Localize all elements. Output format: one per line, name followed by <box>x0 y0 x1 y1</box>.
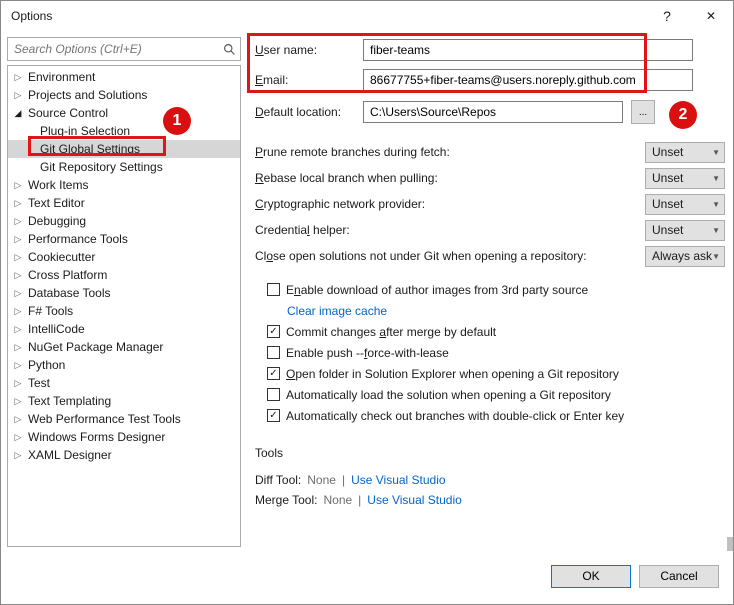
chevron-down-icon: ▼ <box>712 174 720 183</box>
commit-after-label: Commit changes after merge by default <box>286 325 496 339</box>
chevron-down-icon: ▼ <box>712 252 720 261</box>
commit-after-checkbox[interactable] <box>267 325 280 338</box>
tree-python[interactable]: ▷Python <box>8 356 240 374</box>
window-title: Options <box>11 9 645 23</box>
tree-environment[interactable]: ▷Environment <box>8 68 240 86</box>
ok-button[interactable]: OK <box>551 565 631 588</box>
browse-button[interactable]: ... <box>631 100 655 124</box>
enable-download-checkbox[interactable] <box>267 283 280 296</box>
tree-git-repo[interactable]: Git Repository Settings <box>8 158 240 176</box>
merge-tool-label: Merge Tool: <box>255 493 317 507</box>
open-folder-checkbox[interactable] <box>267 367 280 380</box>
tree-xaml[interactable]: ▷XAML Designer <box>8 446 240 464</box>
username-label: User name: <box>255 43 355 57</box>
auto-checkout-checkbox[interactable] <box>267 409 280 422</box>
close-dropdown[interactable]: Always ask▼ <box>645 246 725 267</box>
tree-nuget[interactable]: ▷NuGet Package Manager <box>8 338 240 356</box>
cred-dropdown[interactable]: Unset▼ <box>645 220 725 241</box>
email-label: Email: <box>255 73 355 87</box>
enable-push-checkbox[interactable] <box>267 346 280 359</box>
tree-cross-plat[interactable]: ▷Cross Platform <box>8 266 240 284</box>
auto-load-label: Automatically load the solution when ope… <box>286 388 611 402</box>
tree-cookiecutter[interactable]: ▷Cookiecutter <box>8 248 240 266</box>
default-loc-label: Default location: <box>255 105 355 119</box>
diff-tool-value: None <box>307 473 336 487</box>
close-label: Close open solutions not under Git when … <box>255 249 637 263</box>
chevron-down-icon: ▼ <box>712 226 720 235</box>
tree-templating[interactable]: ▷Text Templating <box>8 392 240 410</box>
scrollbar-thumb[interactable] <box>727 537 733 551</box>
tree-db-tools[interactable]: ▷Database Tools <box>8 284 240 302</box>
help-button[interactable]: ? <box>645 1 689 31</box>
close-button[interactable]: ✕ <box>689 1 733 31</box>
tree-intellicode[interactable]: ▷IntelliCode <box>8 320 240 338</box>
search-box[interactable] <box>7 37 241 61</box>
tree-git-global[interactable]: Git Global Settings <box>8 140 240 158</box>
auto-load-checkbox[interactable] <box>267 388 280 401</box>
enable-download-label: Enable download of author images from 3r… <box>286 283 588 297</box>
crypto-dropdown[interactable]: Unset▼ <box>645 194 725 215</box>
options-tree[interactable]: ▷Environment ▷Projects and Solutions ◢So… <box>7 65 241 547</box>
prune-dropdown[interactable]: Unset▼ <box>645 142 725 163</box>
cred-label: Credential helper: <box>255 223 637 237</box>
search-input[interactable] <box>8 42 218 56</box>
tree-plugin-selection[interactable]: Plug-in Selection <box>8 122 240 140</box>
chevron-down-icon: ▼ <box>712 200 720 209</box>
cancel-button[interactable]: Cancel <box>639 565 719 588</box>
diff-use-vs-link[interactable]: Use Visual Studio <box>351 473 446 487</box>
auto-checkout-label: Automatically check out branches with do… <box>286 409 624 423</box>
tree-webperf[interactable]: ▷Web Performance Test Tools <box>8 410 240 428</box>
open-folder-label: Open folder in Solution Explorer when op… <box>286 367 619 381</box>
tree-text-editor[interactable]: ▷Text Editor <box>8 194 240 212</box>
tools-header: Tools <box>255 446 725 460</box>
crypto-label: Cryptographic network provider: <box>255 197 637 211</box>
tree-work-items[interactable]: ▷Work Items <box>8 176 240 194</box>
chevron-down-icon: ▼ <box>712 148 720 157</box>
enable-push-label: Enable push --force-with-lease <box>286 346 449 360</box>
rebase-label: Rebase local branch when pulling: <box>255 171 637 185</box>
tree-winforms[interactable]: ▷Windows Forms Designer <box>8 428 240 446</box>
default-loc-input[interactable] <box>363 101 623 123</box>
tree-perf-tools[interactable]: ▷Performance Tools <box>8 230 240 248</box>
search-icon <box>218 38 240 60</box>
tree-source-control[interactable]: ◢Source Control <box>8 104 240 122</box>
username-input[interactable] <box>363 39 693 61</box>
prune-label: Prune remote branches during fetch: <box>255 145 637 159</box>
rebase-dropdown[interactable]: Unset▼ <box>645 168 725 189</box>
email-input[interactable] <box>363 69 693 91</box>
merge-tool-value: None <box>323 493 352 507</box>
tree-projects[interactable]: ▷Projects and Solutions <box>8 86 240 104</box>
diff-tool-label: Diff Tool: <box>255 473 301 487</box>
clear-cache-link[interactable]: Clear image cache <box>287 304 387 318</box>
tree-fsharp[interactable]: ▷F# Tools <box>8 302 240 320</box>
tree-test[interactable]: ▷Test <box>8 374 240 392</box>
merge-use-vs-link[interactable]: Use Visual Studio <box>367 493 462 507</box>
tree-debugging[interactable]: ▷Debugging <box>8 212 240 230</box>
